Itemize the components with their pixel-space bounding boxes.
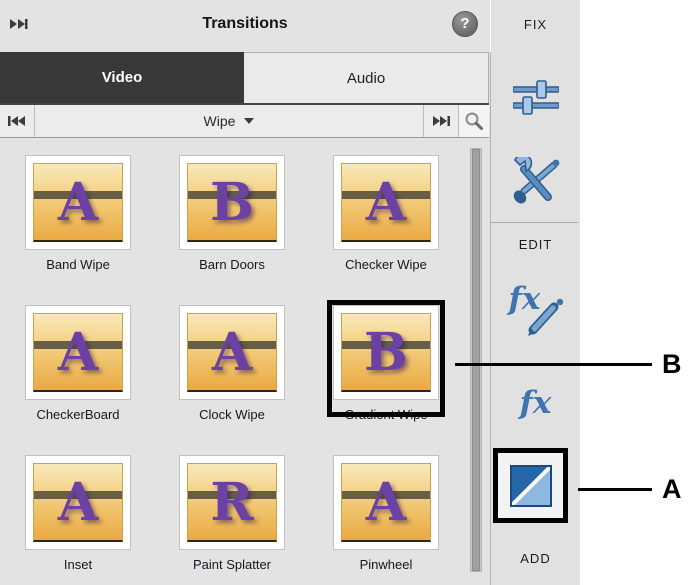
effects-edit-button[interactable]: fx [491,284,580,338]
scrollbar-thumb[interactable] [472,149,480,571]
thumbnail-preview: B [187,163,277,242]
thumbnail-preview: A [341,163,431,242]
thumbnail-letter: B [364,322,408,383]
adjust-sliders-icon [512,80,559,115]
transition-item-gradient-wipe[interactable]: B Gradient Wipe [333,305,439,455]
thumbnail-preview: B [341,313,431,392]
callout-line-a [578,488,652,491]
sidebar-label-add: ADD [520,551,551,566]
transition-name: Gradient Wipe [344,407,428,422]
category-filter-bar: Wipe [0,103,489,138]
thumbnail-preview: A [33,313,123,392]
transition-thumbnail[interactable]: A [333,455,439,550]
search-button[interactable] [458,105,489,137]
callout-line-b [455,363,652,366]
thumbnail-letter: A [57,322,99,383]
sidebar-label-edit: EDIT [518,237,553,252]
transitions-panel: Transitions ? Video Audio Wipe A Band Wi… [0,0,490,585]
tab-video[interactable]: Video [0,52,244,103]
thumbnail-letter: A [365,172,407,233]
tab-audio[interactable]: Audio [244,52,489,103]
transition-thumbnail[interactable]: A [25,155,131,250]
transition-item-clock-wipe[interactable]: A Clock Wipe [179,305,285,455]
fx-icon: fx [519,385,552,421]
thumbnail-letter: A [57,472,99,533]
thumbnail-preview: R [187,463,277,542]
transition-thumbnail[interactable]: R [179,455,285,550]
transition-name: Clock Wipe [199,407,265,422]
double-arrow-left-icon [8,116,25,126]
transition-item-band-wipe[interactable]: A Band Wipe [25,155,131,305]
transition-item-paint-splatter[interactable]: R Paint Splatter [179,455,285,585]
tools-button[interactable] [491,157,580,205]
transition-item-checker-wipe[interactable]: A Checker Wipe [333,155,439,305]
callout-label-b: B [662,349,682,379]
tools-icon [513,157,559,204]
thumbnail-preview: A [187,313,277,392]
thumbnail-preview: A [33,463,123,542]
magnifier-icon [465,112,483,130]
transition-item-barn-doors[interactable]: B Barn Doors [179,155,285,305]
transitions-diagonal-icon [509,464,552,507]
prev-category-button[interactable] [0,105,35,137]
transition-thumbnail[interactable]: A [333,155,439,250]
fx-pencil-icon: fx [507,284,565,338]
category-dropdown[interactable]: Wipe [35,105,423,137]
thumbnail-letter: A [211,322,253,383]
transition-thumbnail[interactable]: A [179,305,285,400]
transition-name: Paint Splatter [192,557,272,572]
transition-name: Inset [63,557,93,572]
panel-header: Transitions ? [0,0,490,52]
transition-name: Barn Doors [199,257,265,272]
next-category-button[interactable] [423,105,458,137]
transitions-grid: A Band Wipe B Barn Doors A Checker Wipe A Check… [0,138,470,585]
panel-title: Transitions [202,15,288,32]
thumbnail-preview: A [33,163,123,242]
help-button[interactable]: ? [452,11,478,37]
thumbnail-letter: R [210,472,254,533]
transition-name: Checker Wipe [345,257,427,272]
sidebar-label-fix: FIX [523,17,548,32]
thumbnail-letter: A [365,472,407,533]
media-tabs: Video Audio [0,52,489,103]
question-mark-icon: ? [460,15,470,32]
transitions-panel-window: Transitions ? Video Audio Wipe A Band Wi… [0,0,689,585]
transition-thumbnail[interactable]: A [25,455,131,550]
adjust-button[interactable] [491,79,580,115]
transition-item-checkerboard[interactable]: A CheckerBoard [25,305,131,455]
thumbnail-preview: A [341,463,431,542]
transition-item-inset[interactable]: A Inset [25,455,131,585]
thumbnail-letter: B [210,172,254,233]
transition-name: CheckerBoard [36,407,120,422]
transition-thumbnail[interactable]: B [179,155,285,250]
transition-thumbnail[interactable]: B [333,305,439,400]
callout-label-a: A [662,474,682,504]
transition-thumbnail[interactable]: A [25,305,131,400]
category-dropdown-value: Wipe [203,113,236,129]
double-arrow-right-icon [433,116,450,126]
chevron-down-icon [244,118,255,124]
transition-name: Band Wipe [46,257,110,272]
transition-name: Pinwheel [359,557,413,572]
effects-button[interactable]: fx [491,388,580,419]
vertical-scrollbar[interactable] [470,148,482,572]
sidebar-section-divider [491,222,578,223]
transitions-tool-button[interactable] [493,448,568,523]
thumbnail-letter: A [57,172,99,233]
action-sidebar: FIX EDIT fx fx ADD [491,0,580,585]
transition-item-pinwheel[interactable]: A Pinwheel [333,455,439,585]
